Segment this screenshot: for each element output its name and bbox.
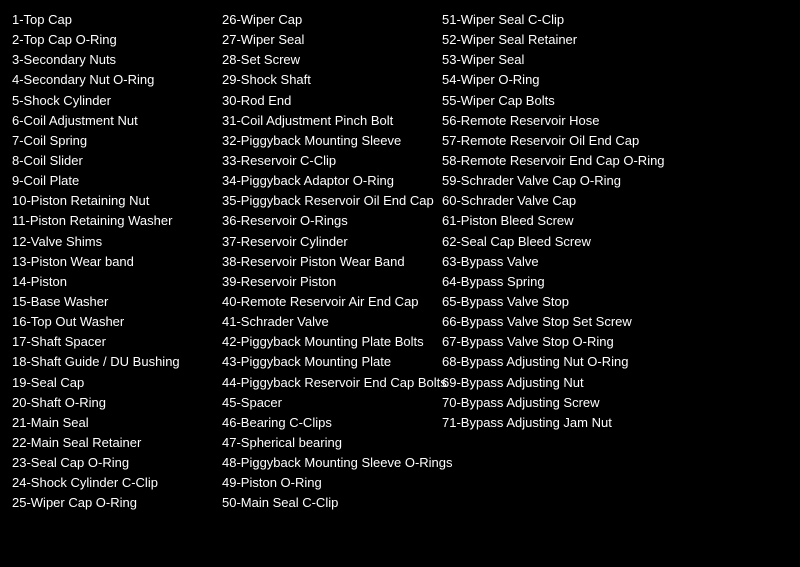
list-item: 42-Piggyback Mounting Plate Bolts [222,332,432,352]
list-item: 22-Main Seal Retainer [12,433,212,453]
list-item: 13-Piston Wear band [12,252,212,272]
list-item: 19-Seal Cap [12,373,212,393]
list-item: 57-Remote Reservoir Oil End Cap [442,131,778,151]
list-item: 54-Wiper O-Ring [442,70,778,90]
list-item: 41-Schrader Valve [222,312,432,332]
list-item: 25-Wiper Cap O-Ring [12,493,212,513]
list-item: 33-Reservoir C-Clip [222,151,432,171]
list-item: 20-Shaft O-Ring [12,393,212,413]
list-item: 48-Piggyback Mounting Sleeve O-Rings [222,453,432,473]
list-item: 39-Reservoir Piston [222,272,432,292]
column-3: 51-Wiper Seal C-Clip52-Wiper Seal Retain… [442,10,788,514]
list-item: 8-Coil Slider [12,151,212,171]
list-item: 68-Bypass Adjusting Nut O-Ring [442,352,778,372]
list-item: 26-Wiper Cap [222,10,432,30]
list-item: 4-Secondary Nut O-Ring [12,70,212,90]
list-item: 66-Bypass Valve Stop Set Screw [442,312,778,332]
list-item: 34-Piggyback Adaptor O-Ring [222,171,432,191]
list-item: 5-Shock Cylinder [12,91,212,111]
list-item: 35-Piggyback Reservoir Oil End Cap [222,191,432,211]
list-item: 52-Wiper Seal Retainer [442,30,778,50]
list-item: 2-Top Cap O-Ring [12,30,212,50]
list-item: 50-Main Seal C-Clip [222,493,432,513]
list-item: 27-Wiper Seal [222,30,432,50]
list-item: 59-Schrader Valve Cap O-Ring [442,171,778,191]
list-item: 29-Shock Shaft [222,70,432,90]
list-item: 60-Schrader Valve Cap [442,191,778,211]
list-item: 17-Shaft Spacer [12,332,212,352]
list-item: 63-Bypass Valve [442,252,778,272]
list-item: 16-Top Out Washer [12,312,212,332]
list-item: 12-Valve Shims [12,232,212,252]
list-item: 32-Piggyback Mounting Sleeve [222,131,432,151]
list-item: 61-Piston Bleed Screw [442,211,778,231]
list-item: 69-Bypass Adjusting Nut [442,373,778,393]
list-item: 53-Wiper Seal [442,50,778,70]
list-item: 55-Wiper Cap Bolts [442,91,778,111]
list-item: 6-Coil Adjustment Nut [12,111,212,131]
list-item: 38-Reservoir Piston Wear Band [222,252,432,272]
list-item: 45-Spacer [222,393,432,413]
list-item: 1-Top Cap [12,10,212,30]
list-item: 47-Spherical bearing [222,433,432,453]
list-item: 21-Main Seal [12,413,212,433]
list-item: 43-Piggyback Mounting Plate [222,352,432,372]
list-item: 28-Set Screw [222,50,432,70]
list-item: 44-Piggyback Reservoir End Cap Bolts [222,373,432,393]
list-item: 49-Piston O-Ring [222,473,432,493]
list-item: 51-Wiper Seal C-Clip [442,10,778,30]
parts-list: 1-Top Cap2-Top Cap O-Ring3-Secondary Nut… [12,10,788,514]
list-item: 9-Coil Plate [12,171,212,191]
list-item: 18-Shaft Guide / DU Bushing [12,352,212,372]
list-item: 7-Coil Spring [12,131,212,151]
list-item: 71-Bypass Adjusting Jam Nut [442,413,778,433]
list-item: 46-Bearing C-Clips [222,413,432,433]
list-item: 40-Remote Reservoir Air End Cap [222,292,432,312]
list-item: 14-Piston [12,272,212,292]
list-item: 62-Seal Cap Bleed Screw [442,232,778,252]
list-item: 10-Piston Retaining Nut [12,191,212,211]
list-item: 67-Bypass Valve Stop O-Ring [442,332,778,352]
list-item: 36-Reservoir O-Rings [222,211,432,231]
column-2: 26-Wiper Cap27-Wiper Seal28-Set Screw29-… [222,10,442,514]
list-item: 24-Shock Cylinder C-Clip [12,473,212,493]
list-item: 56-Remote Reservoir Hose [442,111,778,131]
list-item: 37-Reservoir Cylinder [222,232,432,252]
column-1: 1-Top Cap2-Top Cap O-Ring3-Secondary Nut… [12,10,222,514]
list-item: 30-Rod End [222,91,432,111]
list-item: 3-Secondary Nuts [12,50,212,70]
list-item: 15-Base Washer [12,292,212,312]
list-item: 65-Bypass Valve Stop [442,292,778,312]
list-item: 11-Piston Retaining Washer [12,211,212,231]
list-item: 70-Bypass Adjusting Screw [442,393,778,413]
list-item: 31-Coil Adjustment Pinch Bolt [222,111,432,131]
list-item: 23-Seal Cap O-Ring [12,453,212,473]
list-item: 64-Bypass Spring [442,272,778,292]
list-item: 58-Remote Reservoir End Cap O-Ring [442,151,778,171]
